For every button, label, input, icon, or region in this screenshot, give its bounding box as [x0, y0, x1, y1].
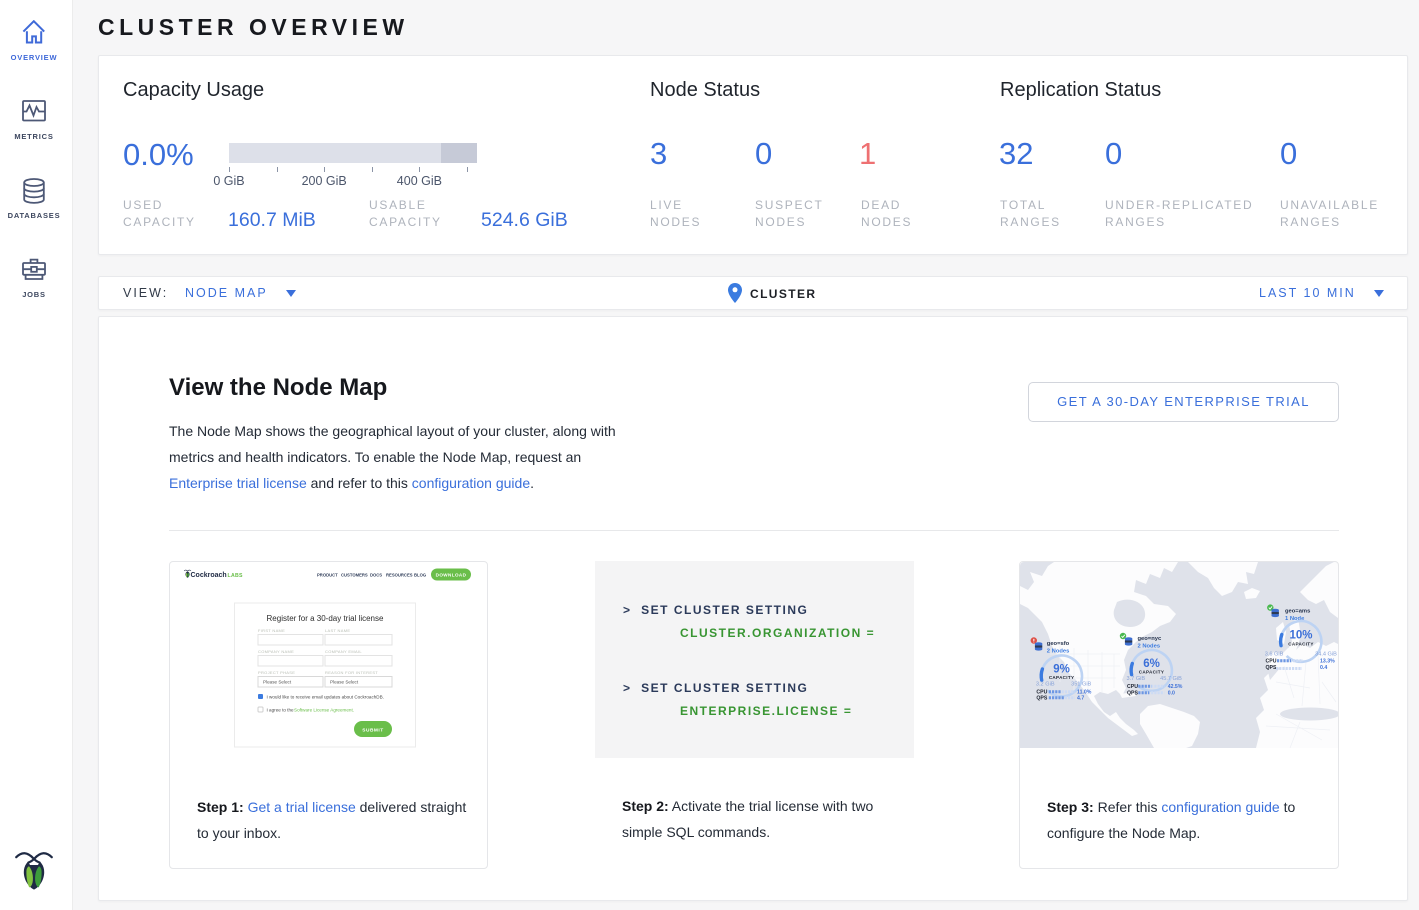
svg-text:351 GiB: 351 GiB [1071, 682, 1091, 688]
svg-text:QPS: QPS [1266, 665, 1277, 671]
svg-text:0.0: 0.0 [1168, 690, 1175, 696]
svg-text:PROJECT PHASE: PROJECT PHASE [258, 670, 295, 675]
svg-text:10%: 10% [1289, 630, 1312, 642]
svg-text:Please Select: Please Select [330, 680, 359, 685]
svg-text:CAPACITY: CAPACITY [1049, 675, 1075, 680]
svg-text:4.7: 4.7 [1077, 695, 1084, 701]
svg-text:CPU: CPU [1127, 684, 1138, 690]
svg-text:3.7 GiB: 3.7 GiB [1127, 676, 1146, 682]
svg-text:6%: 6% [1143, 658, 1160, 670]
svg-text:9%: 9% [1053, 664, 1070, 676]
svg-text:11.0%: 11.0% [1077, 689, 1092, 695]
svg-text:PRODUCT: PRODUCT [317, 573, 338, 578]
svg-text:2 Nodes: 2 Nodes [1138, 644, 1161, 650]
svg-text:SUBMIT: SUBMIT [362, 728, 383, 734]
svg-text:BLOG: BLOG [414, 573, 426, 578]
svg-text:45.7 GiB: 45.7 GiB [1160, 676, 1182, 682]
svg-text:COMPANY EMAIL: COMPANY EMAIL [325, 649, 362, 654]
svg-text:CPU: CPU [1036, 689, 1047, 695]
svg-text:QPS: QPS [1036, 695, 1047, 701]
svg-text:3.6 GiB: 3.6 GiB [1265, 652, 1284, 658]
svg-text:LAST NAME: LAST NAME [325, 628, 350, 633]
svg-text:RESOURCES: RESOURCES [386, 573, 413, 578]
svg-text:I agree to the: I agree to the [267, 708, 295, 713]
svg-text:DOCS: DOCS [370, 573, 382, 578]
svg-text:geo=ams: geo=ams [1285, 609, 1310, 615]
svg-text:CAPACITY: CAPACITY [1139, 670, 1165, 675]
svg-text:13.3%: 13.3% [1320, 658, 1335, 664]
svg-text:Please Select: Please Select [263, 680, 292, 685]
svg-text:CUSTOMERS: CUSTOMERS [341, 573, 368, 578]
svg-text:I would like to receive email: I would like to receive email updates ab… [267, 695, 384, 700]
svg-text:42.5%: 42.5% [1168, 684, 1183, 690]
svg-text:Software License Agreement.: Software License Agreement. [294, 708, 354, 713]
svg-text:geo=nyc: geo=nyc [1138, 636, 1162, 642]
svg-text:3.2 GiB: 3.2 GiB [1036, 682, 1055, 688]
svg-text:LABS: LABS [228, 573, 244, 579]
svg-text:0.4: 0.4 [1320, 665, 1327, 671]
svg-text:CPU: CPU [1266, 658, 1277, 664]
svg-text:COMPANY NAME: COMPANY NAME [258, 649, 294, 654]
svg-text:CAPACITY: CAPACITY [1288, 641, 1314, 646]
svg-text:QPS: QPS [1127, 690, 1138, 696]
svg-text:DOWNLOAD: DOWNLOAD [436, 573, 467, 578]
svg-text:FIRST NAME: FIRST NAME [258, 628, 285, 633]
svg-text:34.4 GiB: 34.4 GiB [1315, 652, 1337, 658]
svg-text:Register for a 30-day trial li: Register for a 30-day trial license [267, 614, 384, 623]
svg-text:geo=sfo: geo=sfo [1047, 641, 1070, 647]
svg-text:Cockroach: Cockroach [191, 572, 227, 579]
svg-text:REASON FOR INTEREST: REASON FOR INTEREST [325, 670, 378, 675]
svg-text:2 Nodes: 2 Nodes [1047, 649, 1070, 655]
